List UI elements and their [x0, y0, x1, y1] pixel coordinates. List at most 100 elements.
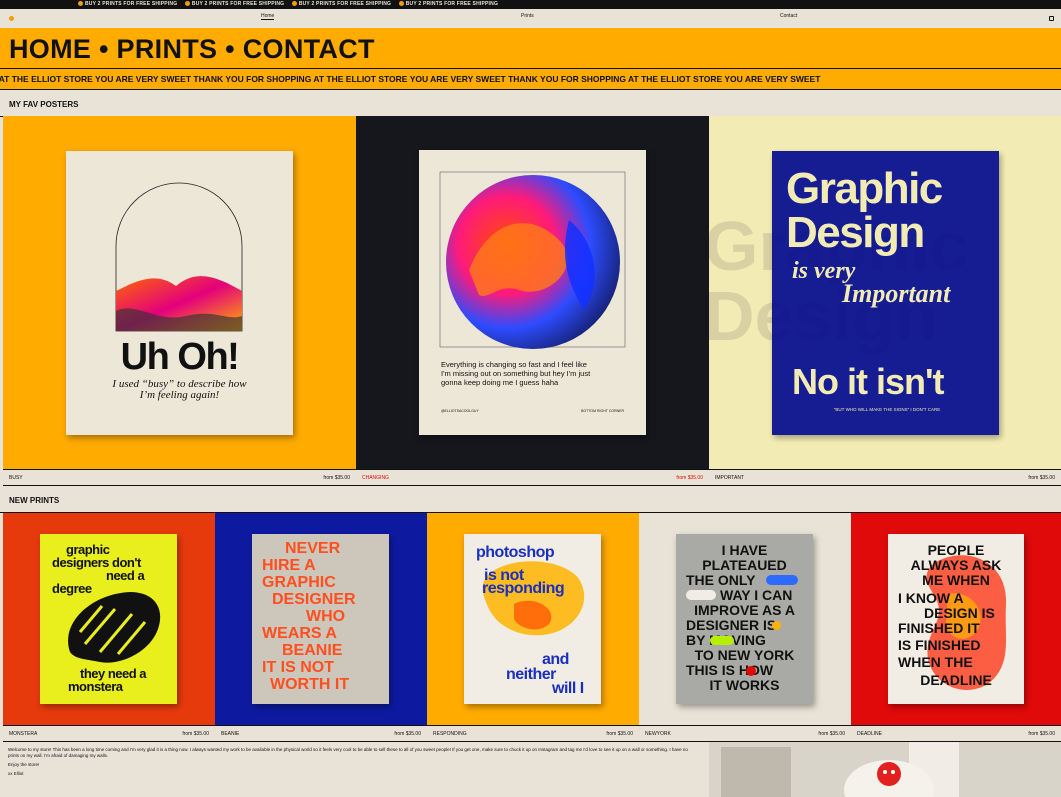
poster-art [439, 171, 626, 349]
poster-handle: @ELLIOTSACOOLGUY [441, 409, 479, 413]
poster-text: photoshop [476, 544, 555, 561]
product-name: IMPORTANT [715, 475, 744, 481]
poster-text: HIRE A [262, 557, 316, 574]
hero-banner: HOME • PRINTS • CONTACT [0, 28, 1061, 69]
product-tile-deadline[interactable]: PEOPLE ALWAYS ASK ME WHEN I KNOW A DESIG… [851, 513, 1061, 725]
poster-text: THIS IS HOW [686, 662, 774, 678]
product-tile-newyork[interactable]: I HAVE PLATEAUED THE ONLY WAY I CAN IMPR… [639, 513, 851, 725]
poster-image: Graphic Design is very Important No it i… [772, 151, 999, 435]
poster-text: responding [482, 580, 565, 597]
dot-shape [746, 666, 756, 676]
flower-icon [78, 1, 83, 7]
poster-text: TO NEW YORK [694, 647, 795, 663]
product-caption[interactable]: BEANIE from $35.00 [215, 725, 427, 742]
poster-image: photoshop is not responding and neither … [464, 534, 601, 704]
poster-headline: Graphic [786, 164, 943, 213]
product-tile-beanie[interactable]: NEVER HIRE A GRAPHIC DESIGNER WHO WEARS … [215, 513, 427, 725]
product-name: MONSTERA [9, 731, 38, 737]
pill-shape [766, 575, 798, 585]
section-title: NEW PRINTS [9, 496, 60, 505]
product-caption[interactable]: CHANGING from $35.00 [356, 469, 709, 486]
announcement-text: BUY 2 PRINTS FOR FREE SHIPPING [85, 1, 178, 7]
poster-image: I HAVE PLATEAUED THE ONLY WAY I CAN IMPR… [676, 534, 813, 704]
nav-prints-link[interactable]: Prints [521, 13, 534, 19]
pill-shape [686, 590, 716, 600]
poster-text: IT WORKS [709, 677, 780, 693]
flower-icon [291, 1, 297, 7]
cart-icon[interactable] [1049, 16, 1054, 21]
product-price: from $35.00 [606, 731, 633, 737]
product-price: from $35.00 [394, 731, 421, 737]
product-caption[interactable]: MONSTERA from $35.00 [3, 725, 215, 742]
product-price: from $35.00 [1028, 475, 1055, 481]
announcement-bar: BUY 2 PRINTS FOR FREE SHIPPING BUY 2 PRI… [0, 0, 1061, 9]
section-header-fav: MY FAV POSTERS [0, 90, 1061, 117]
poster-subline: I’m feeling again! [139, 389, 220, 401]
product-price: from $35.00 [1028, 731, 1055, 737]
poster-text: DESIGN IS [924, 605, 995, 621]
product-tile-important[interactable]: Graphic Design Graphic Design is very Im… [709, 116, 1061, 469]
poster-text: will I [552, 680, 584, 697]
poster-image: graphic designers don't need a degree th… [40, 534, 177, 704]
logo-icon[interactable] [9, 16, 14, 21]
section-title: MY FAV POSTERS [9, 100, 79, 109]
product-price: from $35.00 [323, 475, 350, 481]
hero-title: HOME • PRINTS • CONTACT [9, 34, 375, 64]
poster-text: IT IS NOT [262, 659, 334, 676]
product-price: from $35.00 [182, 731, 209, 737]
about-paragraph: Enjoy the store! [8, 762, 40, 767]
poster-text: DESIGNER [272, 591, 356, 608]
product-caption[interactable]: DEADLINE from $35.00 [851, 725, 1061, 742]
announcement-text: BUY 2 PRINTS FOR FREE SHIPPING [191, 1, 285, 7]
poster-image: NEVER HIRE A GRAPHIC DESIGNER WHO WEARS … [252, 534, 389, 704]
top-nav: Home Prints Contact [0, 9, 1061, 29]
poster-text: GRAPHIC [262, 574, 336, 591]
poster-text: I HAVE [721, 542, 768, 558]
marquee-text: G AT THE ELLIOT STORE YOU ARE VERY SWEET… [0, 74, 821, 84]
product-caption[interactable]: BUSY from $35.00 [3, 469, 356, 486]
about-section: Welcome to my store! This has been a lon… [0, 742, 709, 797]
poster-text: WORTH IT [270, 676, 350, 693]
poster-text: WEARS A [262, 625, 337, 642]
product-tile-monstera[interactable]: graphic designers don't need a degree th… [3, 513, 215, 725]
product-name: BUSY [9, 475, 23, 481]
store-photo [709, 742, 1061, 797]
about-paragraph: Welcome to my store! This has been a lon… [8, 747, 688, 758]
poster-text: WHEN THE [898, 654, 973, 670]
product-tile-responding[interactable]: photoshop is not responding and neither … [427, 513, 639, 725]
poster-image: PEOPLE ALWAYS ASK ME WHEN I KNOW A DESIG… [888, 534, 1024, 704]
poster-text: PLATEAUED [702, 557, 787, 573]
poster-text: NEVER [285, 540, 341, 557]
product-caption[interactable]: RESPONDING from $35.00 [427, 725, 639, 742]
poster-text: I KNOW A [898, 590, 964, 606]
poster-footnote: "BUT WHO WILL MAKE THE SIGNS" I DON'T CA… [833, 407, 941, 412]
product-caption[interactable]: NEWYORK from $35.00 [639, 725, 851, 742]
product-caption[interactable]: IMPORTANT from $35.00 [709, 469, 1061, 486]
about-signoff: xx Elliot [8, 771, 24, 776]
dot-shape [772, 621, 781, 630]
poster-text: WHO [306, 608, 346, 625]
nav-contact-link[interactable]: Contact [780, 13, 797, 19]
product-name: BEANIE [221, 731, 240, 737]
poster-text: IMPROVE AS A [694, 602, 795, 618]
poster-script: Important [842, 279, 951, 308]
poster-text: WAY I CAN [720, 587, 793, 603]
product-tile-busy[interactable]: Uh Oh! I used “busy” to describe how I’m… [3, 116, 356, 469]
poster-text: monstera [68, 679, 123, 694]
poster-headline: Uh Oh! [120, 336, 240, 378]
poster-punchline: No it isn't [792, 361, 945, 402]
section-header-new: NEW PRINTS [0, 486, 1061, 513]
product-tile-changing[interactable]: Everything is changing so fast and I fee… [356, 116, 709, 469]
marquee: G AT THE ELLIOT STORE YOU ARE VERY SWEET… [0, 69, 1061, 90]
nav-home-link[interactable]: Home [261, 13, 275, 20]
poster-text: THE ONLY [686, 572, 756, 588]
poster-text: neither [506, 666, 556, 683]
poster-text: ALWAYS ASK [910, 557, 1002, 573]
flower-icon [398, 1, 404, 7]
poster-text: FINISHED IT [898, 620, 980, 636]
poster-image: Everything is changing so fast and I fee… [419, 150, 646, 435]
poster-headline: Design [786, 208, 925, 257]
poster-text: DEADLINE [920, 672, 992, 688]
poster-text: Everything is changing so fast and I fee… [441, 360, 587, 369]
poster-text: IS FINISHED [898, 637, 981, 653]
